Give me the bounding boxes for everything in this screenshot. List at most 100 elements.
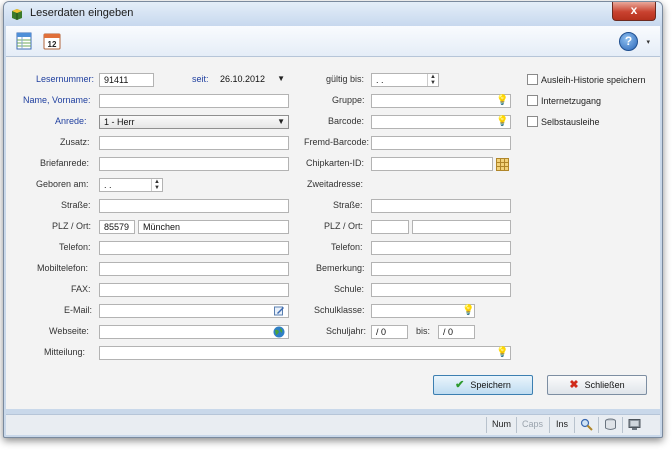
geboren-value: . . [104, 180, 112, 190]
help-dropdown-icon[interactable]: ▾ [646, 38, 650, 46]
telefon2-field[interactable] [371, 241, 511, 255]
toolbar: 12 ? ▾ [6, 26, 660, 57]
status-separator [574, 417, 575, 433]
schulklasse-field[interactable] [371, 304, 475, 318]
plz-field[interactable]: 85579 [99, 220, 135, 234]
bemerkung-field[interactable] [371, 262, 511, 276]
ins-indicator: Ins [556, 419, 569, 429]
telefon-label: Telefon: [59, 242, 91, 252]
schuljahr-to-field[interactable]: / 0 [438, 325, 475, 339]
geboren-field[interactable]: . . ▲ ▼ [99, 178, 163, 192]
geboren-label: Geboren am: [36, 179, 89, 189]
ort-field[interactable]: München [138, 220, 289, 234]
mobiltelefon-label: Mobiltelefon: [37, 263, 89, 273]
status-separator [622, 417, 623, 433]
anrede-value: 1 - Herr [104, 117, 135, 127]
mitteilung-field[interactable] [99, 346, 511, 360]
form-area: Lesernummer: 91411 seit: 26.10.2012 ▼ Na… [6, 57, 660, 409]
search-icon[interactable] [580, 418, 593, 431]
telefon-field[interactable] [99, 241, 289, 255]
name-label: Name, Vorname: [23, 95, 91, 105]
strasse-label: Straße: [61, 200, 91, 210]
close-icon: ✖ [569, 379, 579, 391]
lesernummer-label: Lesernummer: [36, 74, 95, 84]
close-window-button[interactable]: x [612, 2, 656, 21]
zusatz-field[interactable] [99, 136, 289, 150]
barcode-field[interactable] [371, 115, 511, 129]
table-list-icon[interactable] [14, 31, 34, 51]
schuljahr-from-field[interactable]: / 0 [371, 325, 408, 339]
lightbulb-icon[interactable]: 💡 [496, 348, 508, 358]
briefanrede-label: Briefanrede: [40, 158, 90, 168]
fremd-barcode-field[interactable] [371, 136, 511, 150]
status-bar: Num Caps Ins [6, 414, 660, 435]
ausleih-historie-label: Ausleih-Historie speichern [541, 75, 646, 85]
email-field[interactable] [99, 304, 289, 318]
caps-indicator: Caps [522, 419, 544, 429]
ort2-field[interactable] [412, 220, 511, 234]
gueltig-field[interactable]: . . ▲ ▼ [371, 73, 439, 87]
gruppe-field[interactable] [371, 94, 511, 108]
lesernummer-field[interactable]: 91411 [99, 73, 154, 87]
seit-value: 26.10.2012 [220, 74, 266, 84]
seit-datepicker[interactable]: 26.10.2012 ▼ [216, 73, 288, 87]
mitteilung-label: Mitteilung: [44, 347, 86, 357]
selbstausleihe-label: Selbstausleihe [541, 117, 600, 127]
bis-label: bis: [416, 326, 431, 336]
chipkarten-field[interactable] [371, 157, 493, 171]
database-icon[interactable] [604, 418, 617, 431]
chip-card-icon[interactable] [496, 158, 509, 171]
lightbulb-icon[interactable]: 💡 [496, 117, 508, 127]
schuljahr-label: Schuljahr: [326, 326, 367, 336]
schule-field[interactable] [371, 283, 511, 297]
name-field[interactable] [99, 94, 289, 108]
chipkarten-label: Chipkarten-ID: [306, 158, 365, 168]
lightbulb-icon[interactable]: 💡 [496, 96, 508, 106]
close-button-label: Schließen [584, 380, 625, 390]
fax-field[interactable] [99, 283, 289, 297]
mobiltelefon-field[interactable] [99, 262, 289, 276]
zweitadresse-label: Zweitadresse: [307, 179, 364, 189]
help-button[interactable]: ? [619, 32, 638, 51]
chevron-down-icon: ▼ [277, 74, 285, 83]
webseite-label: Webseite: [49, 326, 89, 336]
spinner-icon[interactable]: ▲ ▼ [151, 179, 162, 191]
selbstausleihe-checkbox[interactable] [527, 116, 538, 127]
save-button[interactable]: ✔ Speichern [433, 375, 533, 395]
schule-label: Schule: [334, 284, 365, 294]
anrede-label: Anrede: [55, 116, 87, 126]
status-separator [549, 417, 550, 433]
plz2-field[interactable] [371, 220, 409, 234]
gueltig-label: gültig bis: [326, 74, 365, 84]
help-icon: ? [624, 34, 633, 48]
strasse2-field[interactable] [371, 199, 511, 213]
schulklasse-label: Schulklasse: [314, 305, 365, 315]
plz-ort-label: PLZ / Ort: [52, 221, 92, 231]
internetzugang-label: Internetzugang [541, 96, 602, 106]
fax-label: FAX: [71, 284, 91, 294]
close-button[interactable]: ✖ Schließen [547, 375, 647, 395]
save-button-label: Speichern [470, 380, 511, 390]
checkmark-icon: ✔ [455, 379, 465, 391]
telefon2-label: Telefon: [331, 242, 363, 252]
calendar-day: 12 [48, 40, 57, 49]
anrede-select[interactable]: 1 - Herr ▼ [99, 115, 289, 129]
briefanrede-field[interactable] [99, 157, 289, 171]
strasse2-label: Straße: [333, 200, 363, 210]
spinner-icon[interactable]: ▲ ▼ [427, 74, 438, 86]
strasse-field[interactable] [99, 199, 289, 213]
webseite-field[interactable] [99, 325, 289, 339]
close-icon: x [630, 3, 638, 17]
internetzugang-checkbox[interactable] [527, 95, 538, 106]
email-edit-icon[interactable] [274, 305, 285, 316]
email-label: E-Mail: [64, 305, 93, 315]
calendar-icon[interactable]: 12 [42, 31, 62, 51]
num-indicator: Num [492, 419, 512, 429]
dialog-window: Leserdaten eingeben x 12 ? ▾ Lesernummer… [3, 1, 663, 438]
ausleih-historie-checkbox[interactable] [527, 74, 538, 85]
bemerkung-label: Bemerkung: [316, 263, 365, 273]
globe-icon[interactable] [273, 326, 285, 338]
title-bar: Leserdaten eingeben x [4, 2, 662, 26]
lightbulb-icon[interactable]: 💡 [462, 306, 474, 316]
monitor-icon[interactable] [628, 418, 641, 431]
